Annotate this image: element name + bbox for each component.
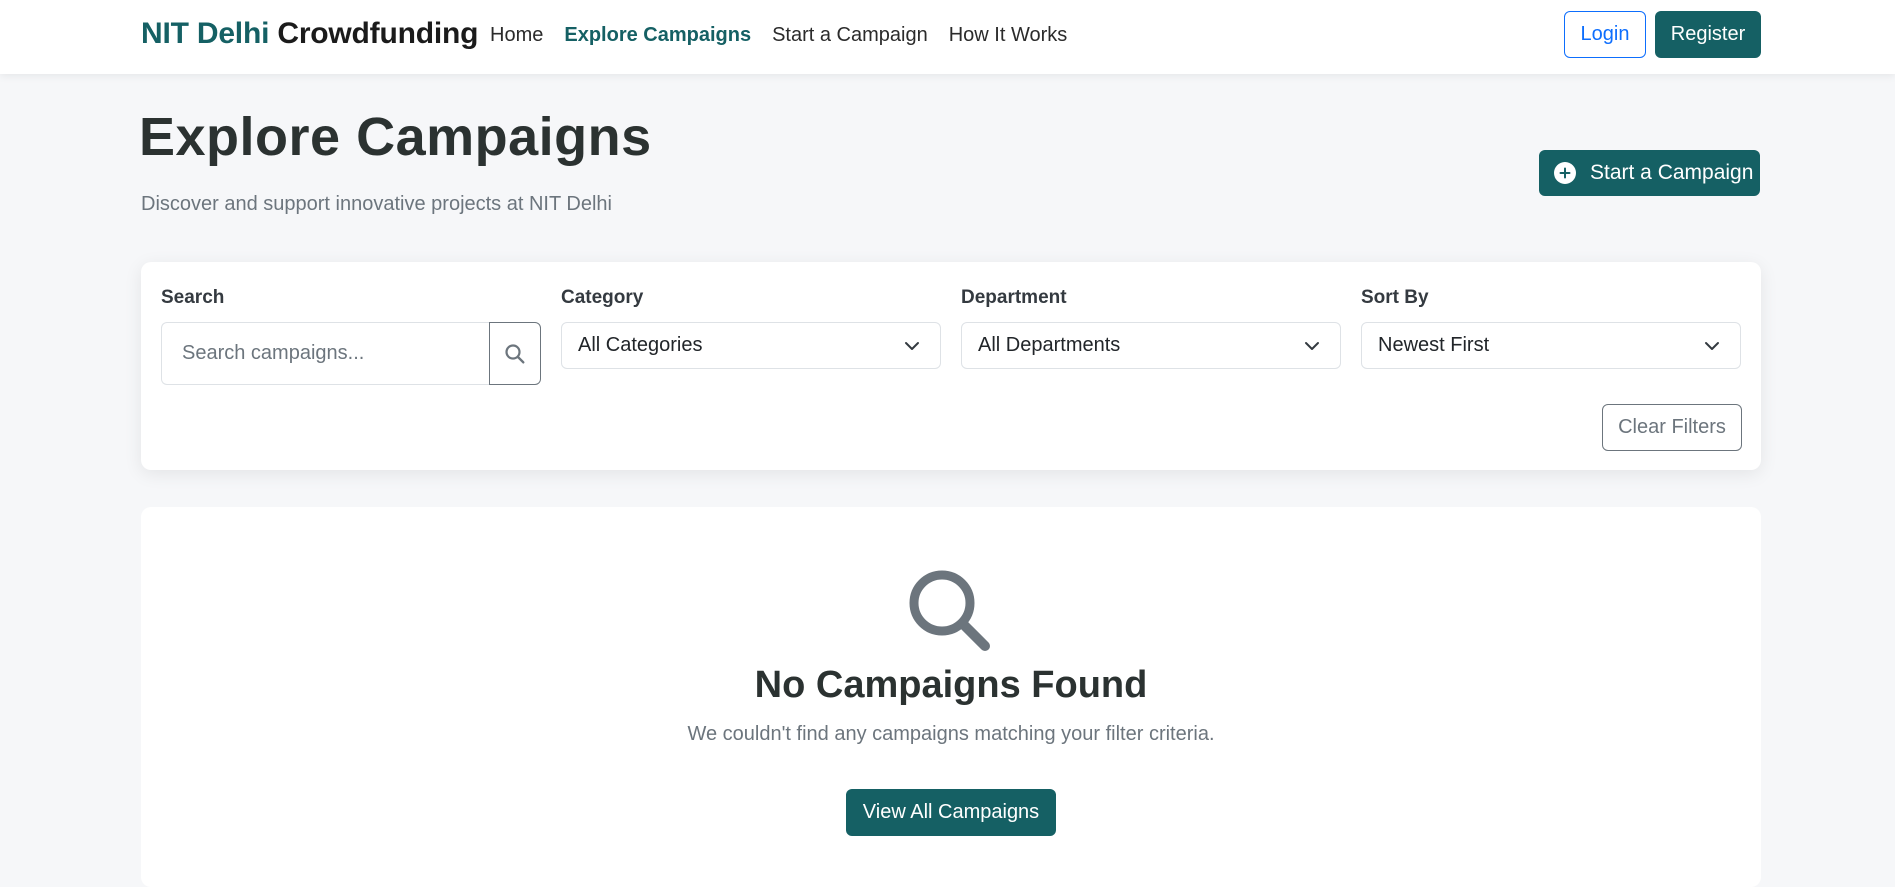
chevron-down-icon	[905, 341, 919, 350]
magnifying-glass-icon	[909, 570, 990, 651]
category-select-value: All Categories	[578, 334, 703, 356]
start-campaign-label: Start a Campaign	[1590, 161, 1754, 184]
department-label: Department	[961, 287, 1067, 308]
search-icon	[505, 343, 525, 363]
register-button[interactable]: Register	[1655, 11, 1761, 58]
brand-logo[interactable]: NIT Delhi Crowdfunding	[141, 15, 478, 53]
sort-select[interactable]: Newest First	[1361, 322, 1741, 369]
plus-circle-icon	[1554, 162, 1576, 184]
empty-state-text: We couldn't find any campaigns matching …	[687, 723, 1215, 745]
chevron-down-icon	[1705, 341, 1719, 350]
start-campaign-button[interactable]: Start a Campaign	[1539, 150, 1760, 196]
category-label: Category	[561, 287, 644, 308]
brand-name-rest: Crowdfunding	[277, 17, 479, 50]
results-panel: No Campaigns Found We couldn't find any …	[141, 507, 1761, 887]
navbar: NIT Delhi Crowdfunding Home Explore Camp…	[0, 0, 1895, 74]
page-subtitle: Discover and support innovative projects…	[141, 193, 612, 215]
view-all-campaigns-button[interactable]: View All Campaigns	[846, 789, 1056, 836]
nav-link-home[interactable]: Home	[490, 22, 543, 48]
search-button[interactable]	[489, 322, 541, 385]
search-label: Search	[161, 287, 225, 308]
main-nav: Home Explore Campaigns Start a Campaign …	[490, 22, 1067, 48]
brand-name-accent: NIT Delhi	[141, 17, 270, 50]
department-select-value: All Departments	[978, 334, 1121, 356]
clear-filters-button[interactable]: Clear Filters	[1602, 404, 1742, 451]
filter-panel: Search Category All Categories Departmen…	[141, 262, 1761, 470]
nav-link-how-it-works[interactable]: How It Works	[949, 22, 1068, 48]
department-select[interactable]: All Departments	[961, 322, 1341, 369]
empty-state-title: No Campaigns Found	[754, 664, 1148, 706]
sort-label: Sort By	[1361, 287, 1429, 308]
category-select[interactable]: All Categories	[561, 322, 941, 369]
nav-link-start-campaign[interactable]: Start a Campaign	[772, 22, 928, 48]
sort-select-value: Newest First	[1378, 334, 1490, 356]
login-button[interactable]: Login	[1564, 11, 1646, 58]
page-title: Explore Campaigns	[139, 107, 652, 167]
search-group	[161, 322, 541, 385]
nav-link-explore-campaigns[interactable]: Explore Campaigns	[564, 22, 751, 48]
search-input[interactable]	[161, 322, 489, 385]
chevron-down-icon	[1305, 341, 1319, 350]
